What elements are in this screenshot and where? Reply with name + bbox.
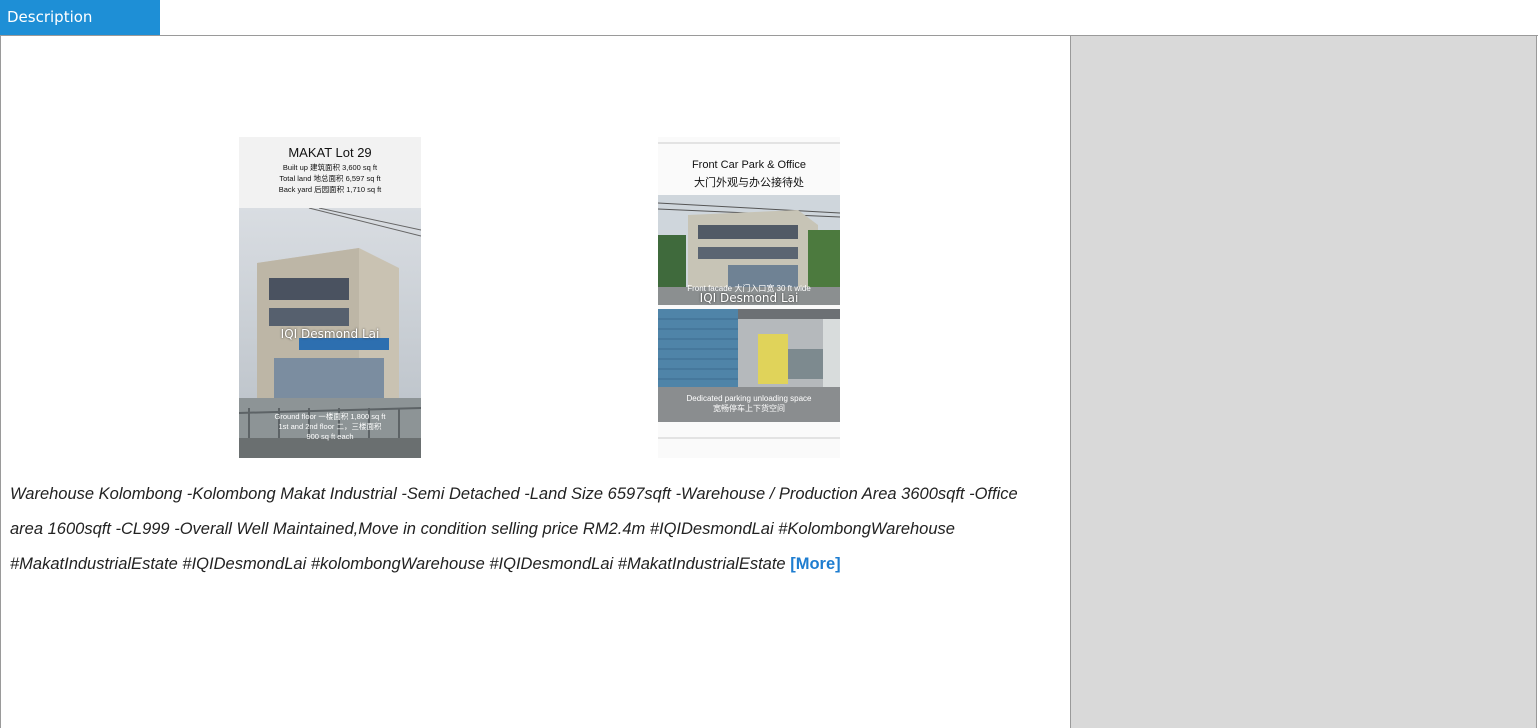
image-subtitle: 大门外观与办公接待处 — [694, 177, 804, 189]
description-content: MAKAT Lot 29 Built up 建筑面积 3,600 sq ft T… — [0, 36, 1071, 728]
property-image-makat-lot[interactable]: MAKAT Lot 29 Built up 建筑面积 3,600 sq ft T… — [239, 137, 421, 458]
listing-description: Warehouse Kolombong -Kolombong Makat Ind… — [10, 477, 1050, 582]
description-text: Warehouse Kolombong -Kolombong Makat Ind… — [10, 485, 1018, 573]
tab-description[interactable]: Description — [0, 0, 160, 35]
image-watermark: IQI Desmond Lai — [280, 327, 380, 341]
image-divider — [658, 142, 840, 144]
property-image-front-car-park[interactable]: Front Car Park & Office 大门外观与办公接待处 Front… — [658, 137, 840, 458]
image-divider — [658, 437, 840, 439]
more-link[interactable]: [More] — [790, 555, 840, 573]
image-caption: 900 sq ft each — [306, 432, 354, 441]
description-panel: MAKAT Lot 29 Built up 建筑面积 3,600 sq ft T… — [0, 35, 1538, 728]
image-detail-line: Back yard 后园面积 1,710 sq ft — [278, 185, 382, 194]
sidebar-panel — [1071, 36, 1537, 728]
image-caption: Ground floor 一楼面积 1,800 sq ft — [274, 412, 386, 421]
image-title: Front Car Park & Office — [691, 159, 807, 171]
image-caption: Dedicated parking unloading space — [686, 394, 812, 403]
image-caption: 1st and 2nd floor 二，三楼面积 — [278, 422, 382, 431]
image-caption: 宽畅停车上下货空间 — [713, 404, 785, 413]
image-detail-line: Built up 建筑面积 3,600 sq ft — [282, 163, 378, 172]
image-watermark: IQI Desmond Lai — [699, 291, 799, 305]
image-title: MAKAT Lot 29 — [288, 145, 372, 160]
image-detail-line: Total land 地总面积 6,597 sq ft — [279, 174, 381, 183]
